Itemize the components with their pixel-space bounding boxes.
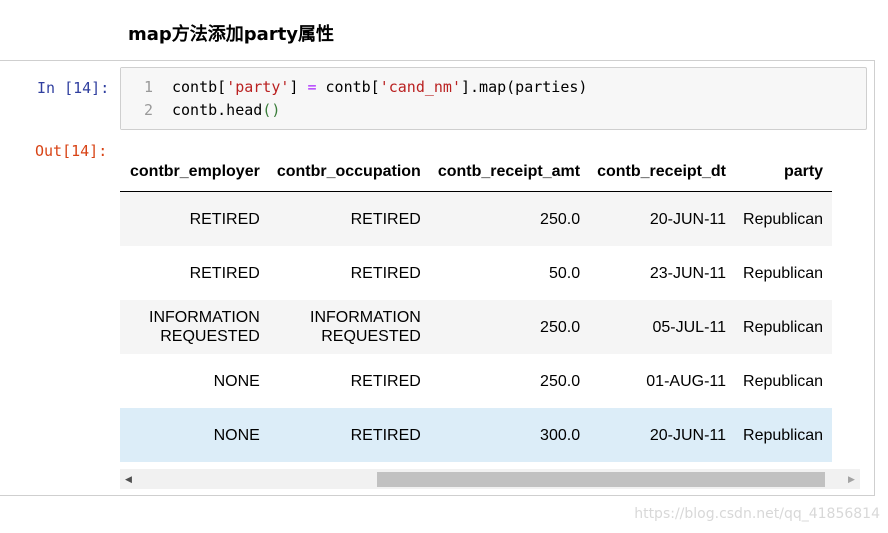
table-cell: 250.0	[429, 300, 590, 354]
code-token: ]	[289, 78, 308, 96]
table-row[interactable]: RETIRED RETIRED 250.0 20-JUN-11 Republican	[120, 191, 833, 246]
scrollbar-thumb[interactable]	[377, 472, 826, 487]
table-cell: RETIRED	[268, 408, 430, 462]
code-token: ()	[262, 101, 281, 119]
output-prompt: Out[14]:	[35, 142, 108, 160]
table-row[interactable]: NONE RETIRED 250.0 01-AUG-11 Republican	[120, 354, 833, 408]
table-cell: 23-JUN-11	[589, 246, 736, 300]
code-line: contb.head()	[172, 101, 280, 119]
table-cell: 20-JUN-11	[589, 408, 736, 462]
table-header-row: contbr_employer contbr_occupation contb_re…	[120, 152, 833, 192]
code-token: contb[	[316, 78, 380, 96]
table-cell: NONE	[122, 354, 269, 408]
column-header: contb_receipt_dt	[589, 152, 736, 192]
table-cell: 05-JUL-11	[589, 300, 736, 354]
table-cell: Republican	[735, 354, 833, 408]
table-cell: 250.0	[429, 191, 590, 246]
scroll-right-button[interactable]: ▶	[843, 469, 860, 489]
table-row[interactable]: INFORMATION REQUESTED INFORMATION REQUESTED…	[120, 300, 833, 354]
table-cell: 20-JUN-11	[589, 191, 736, 246]
table-cell: RETIRED	[122, 246, 269, 300]
notebook-page: map方法添加party属性 In [14]: 1 contb['party'] …	[0, 0, 888, 533]
table-row[interactable]: NONE RETIRED 300.0 20-JUN-11 Republican	[120, 408, 833, 462]
markdown-heading: map方法添加party属性	[128, 24, 335, 45]
table-cell: 250.0	[429, 354, 590, 408]
dataframe-table: contbr_employer contbr_occupation contb_re…	[120, 152, 833, 462]
input-prompt: In [14]:	[37, 79, 110, 97]
table-cell: RETIRED	[122, 191, 269, 246]
column-header: contbr_employer	[122, 152, 269, 192]
watermark: https://blog.csdn.net/qq_41856814	[634, 506, 880, 522]
triangle-left-icon: ◀	[125, 473, 132, 484]
scroll-left-button[interactable]: ◀	[120, 469, 137, 489]
horizontal-scrollbar[interactable]: ◀ ▶	[120, 469, 860, 489]
code-token: contb[	[172, 78, 227, 96]
code-token: contb.head	[172, 101, 263, 119]
table-cell: Republican	[735, 300, 833, 354]
code-token: ].map(parties)	[461, 78, 588, 96]
table-cell: RETIRED	[268, 246, 430, 300]
code-editor[interactable]: 1 contb['party'] = contb['cand_nm'].map(p…	[120, 67, 867, 130]
table-row[interactable]: RETIRED RETIRED 50.0 23-JUN-11 Republican	[120, 246, 833, 300]
line-number: 2	[143, 101, 153, 119]
dataframe-output: contbr_employer contbr_occupation contb_re…	[120, 152, 860, 463]
column-header: party	[735, 152, 833, 192]
code-line: contb['party'] = contb['cand_nm'].map(pa…	[172, 78, 587, 96]
line-number: 1	[143, 78, 153, 96]
table-cell: Republican	[735, 408, 833, 462]
code-token: 'cand_nm'	[379, 78, 461, 96]
code-token: =	[307, 78, 317, 96]
column-header: contbr_occupation	[268, 152, 430, 192]
triangle-right-icon: ▶	[848, 473, 855, 484]
table-cell: 50.0	[429, 246, 590, 300]
table-cell: RETIRED	[268, 191, 430, 246]
table-cell: Republican	[735, 246, 833, 300]
column-header: contb_receipt_amt	[429, 152, 590, 192]
table-cell: INFORMATION REQUESTED	[122, 300, 269, 354]
table-cell: 300.0	[429, 408, 590, 462]
table-cell: RETIRED	[268, 354, 430, 408]
table-cell: 01-AUG-11	[589, 354, 736, 408]
table-cell: Republican	[735, 191, 833, 246]
code-token: 'party'	[226, 78, 290, 96]
table-cell: INFORMATION REQUESTED	[268, 300, 430, 354]
table-cell: NONE	[122, 408, 269, 462]
